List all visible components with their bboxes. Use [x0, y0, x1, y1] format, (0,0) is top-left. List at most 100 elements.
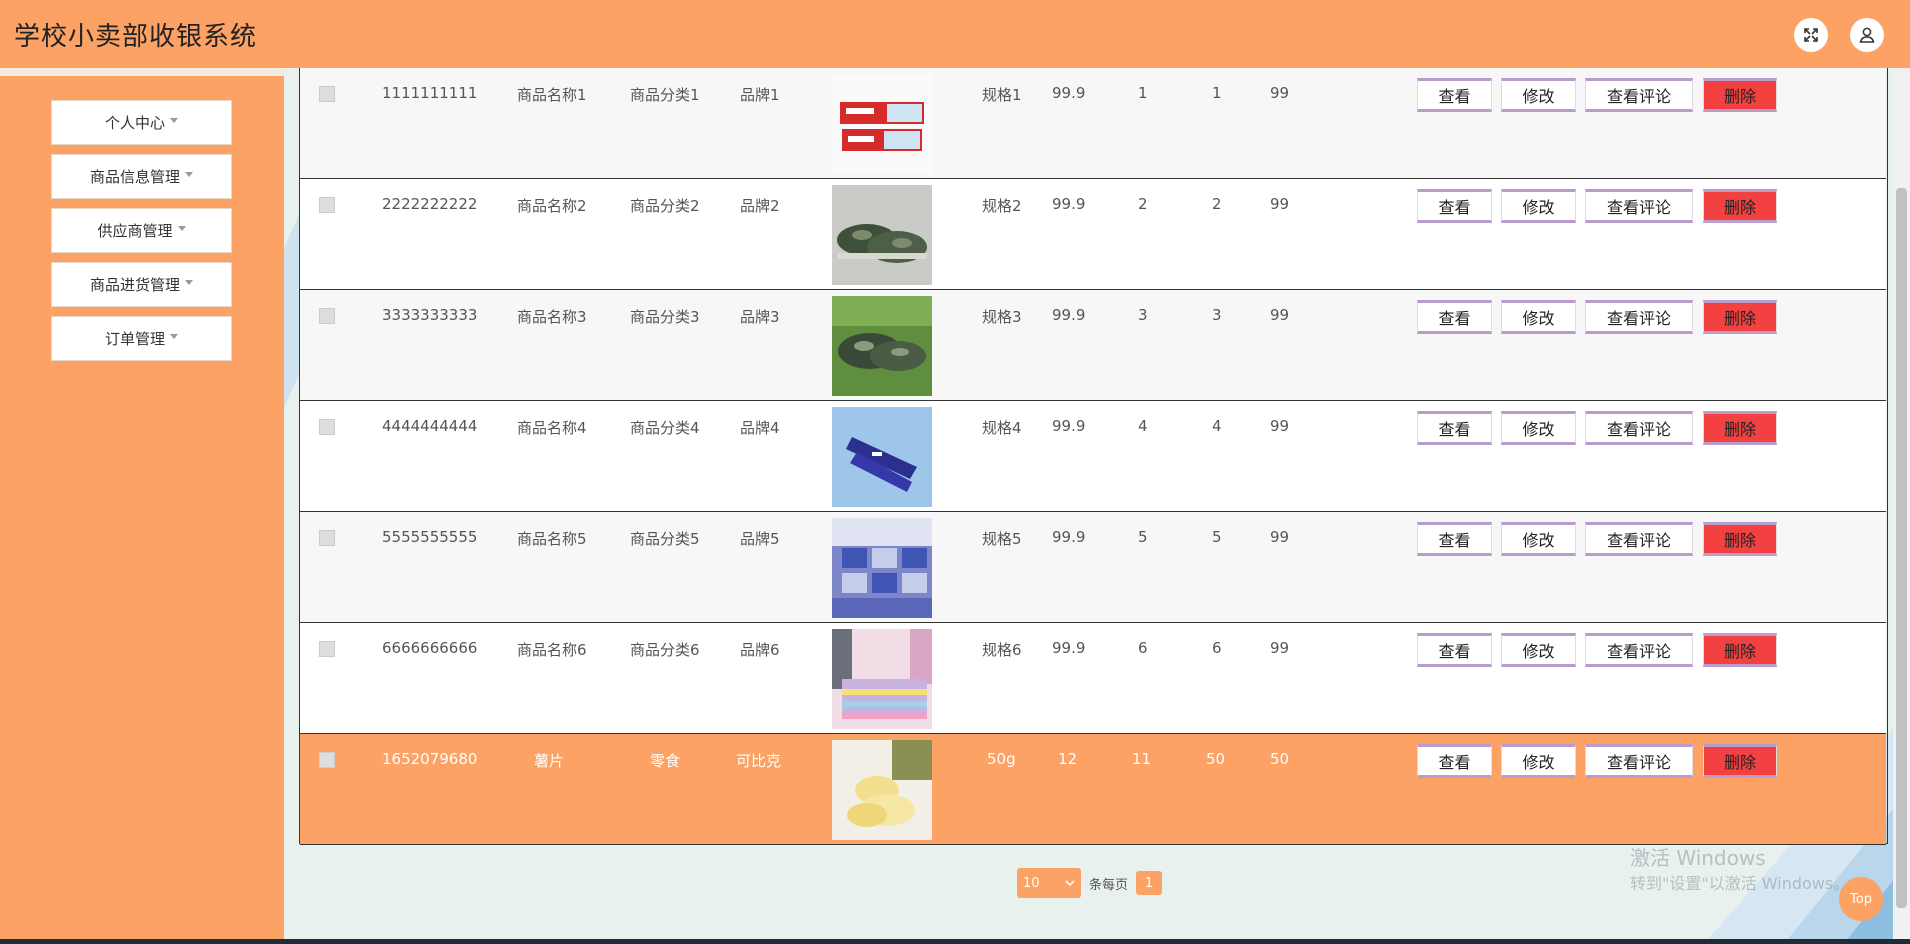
- cell-code: 3333333333: [382, 306, 478, 324]
- cell-category: 商品分类2: [630, 197, 700, 215]
- user-icon[interactable]: [1850, 18, 1884, 52]
- row-checkbox[interactable]: [319, 752, 335, 768]
- cell-spec: 规格5: [982, 530, 1022, 548]
- cell-code: 6666666666: [382, 639, 478, 657]
- cell-value: 2: [1212, 195, 1222, 213]
- cell-brand: 品牌1: [740, 86, 780, 104]
- caret-down-icon: [170, 334, 178, 339]
- view-comments-button[interactable]: 查看评论: [1585, 411, 1693, 445]
- cell-price: 99.9: [1052, 639, 1086, 657]
- sidebar-item-purchase[interactable]: 商品进货管理: [51, 262, 232, 307]
- cell-value: 99: [1270, 84, 1290, 102]
- row-checkbox[interactable]: [319, 308, 335, 324]
- row-checkbox[interactable]: [319, 530, 335, 546]
- delete-button[interactable]: 删除: [1703, 411, 1777, 445]
- cell-name: 商品名称2: [517, 197, 587, 215]
- delete-button[interactable]: 删除: [1703, 300, 1777, 334]
- view-button[interactable]: 查看: [1417, 78, 1492, 112]
- scrollbar[interactable]: [1893, 68, 1910, 944]
- cell-value: 1: [1212, 84, 1222, 102]
- sidebar-item-label: 订单管理: [104, 330, 165, 348]
- delete-button[interactable]: 删除: [1703, 633, 1777, 667]
- cell-value: 99: [1270, 528, 1290, 546]
- product-image-bedding[interactable]: [832, 629, 932, 729]
- cell-value: 50: [1206, 750, 1226, 768]
- sidebar-item-personal-center[interactable]: 个人中心: [51, 100, 232, 145]
- page-button-current[interactable]: 1: [1136, 871, 1163, 895]
- view-comments-button[interactable]: 查看评论: [1585, 744, 1693, 778]
- delete-button[interactable]: 删除: [1703, 189, 1777, 223]
- delete-button[interactable]: 删除: [1703, 522, 1777, 556]
- edit-button[interactable]: 修改: [1501, 78, 1576, 112]
- sidebar-item-product-info[interactable]: 商品信息管理: [51, 154, 232, 199]
- edit-button[interactable]: 修改: [1501, 300, 1576, 334]
- edit-button[interactable]: 修改: [1501, 633, 1576, 667]
- view-comments-button[interactable]: 查看评论: [1585, 522, 1693, 556]
- cell-price: 99.9: [1052, 306, 1086, 324]
- cell-name: 商品名称5: [517, 530, 587, 548]
- view-button[interactable]: 查看: [1417, 522, 1492, 556]
- view-comments-button[interactable]: 查看评论: [1585, 300, 1693, 334]
- product-image-bedding[interactable]: [832, 518, 932, 618]
- cell-category: 零食: [650, 752, 681, 770]
- product-image-toothpaste[interactable]: [832, 407, 932, 507]
- table-row: 1111111111 商品名称1 商品分类1 品牌1 规格1 99.9 1 1 …: [300, 68, 1886, 179]
- view-comments-button[interactable]: 查看评论: [1585, 189, 1693, 223]
- product-image-toothpaste[interactable]: [832, 74, 932, 174]
- row-checkbox[interactable]: [319, 641, 335, 657]
- view-comments-button[interactable]: 查看评论: [1585, 78, 1693, 112]
- cell-value: 99: [1270, 417, 1290, 435]
- row-checkbox[interactable]: [319, 419, 335, 435]
- view-comments-button[interactable]: 查看评论: [1585, 633, 1693, 667]
- view-button[interactable]: 查看: [1417, 633, 1492, 667]
- cell-value: 6: [1212, 639, 1222, 657]
- table-row-selected: 1652079680 薯片 零食 可比克 50g 12 11 50 50 查看 …: [300, 734, 1886, 845]
- edit-button[interactable]: 修改: [1501, 744, 1576, 778]
- cell-value: 50: [1270, 750, 1290, 768]
- cell-code: 4444444444: [382, 417, 478, 435]
- sidebar-item-label: 商品信息管理: [89, 168, 180, 186]
- table-row: 5555555555 商品名称5 商品分类5 品牌5 规格5 99.9 5 5 …: [300, 512, 1886, 623]
- cell-brand: 品牌4: [740, 419, 780, 437]
- sidebar-item-label: 个人中心: [104, 114, 165, 132]
- row-checkbox[interactable]: [319, 197, 335, 213]
- cell-value: 5: [1138, 528, 1148, 546]
- cell-value: 99: [1270, 639, 1290, 657]
- cell-value: 3: [1212, 306, 1222, 324]
- cell-name: 薯片: [534, 752, 565, 770]
- product-image-chips[interactable]: [832, 740, 932, 840]
- back-to-top-button[interactable]: Top: [1839, 877, 1883, 921]
- view-button[interactable]: 查看: [1417, 411, 1492, 445]
- fullscreen-icon[interactable]: [1794, 18, 1828, 52]
- edit-button[interactable]: 修改: [1501, 189, 1576, 223]
- sidebar-item-supplier[interactable]: 供应商管理: [51, 208, 232, 253]
- cell-brand: 品牌3: [740, 308, 780, 326]
- cell-value: 2: [1138, 195, 1148, 213]
- product-image-shoes[interactable]: [832, 185, 932, 285]
- app-header: 学校小卖部收银系统: [0, 0, 1910, 68]
- caret-down-icon: [185, 280, 193, 285]
- scrollbar-thumb[interactable]: [1896, 188, 1907, 908]
- edit-button[interactable]: 修改: [1501, 411, 1576, 445]
- table-row: 3333333333 商品名称3 商品分类3 品牌3 规格3 99.9 3 3 …: [300, 290, 1886, 401]
- view-button[interactable]: 查看: [1417, 744, 1492, 778]
- row-checkbox[interactable]: [319, 86, 335, 102]
- edit-button[interactable]: 修改: [1501, 522, 1576, 556]
- delete-button[interactable]: 删除: [1703, 744, 1777, 778]
- view-button[interactable]: 查看: [1417, 300, 1492, 334]
- sidebar-item-orders[interactable]: 订单管理: [51, 316, 232, 361]
- cell-price: 99.9: [1052, 528, 1086, 546]
- product-image-shoes[interactable]: [832, 296, 932, 396]
- delete-button[interactable]: 删除: [1703, 78, 1777, 112]
- sidebar-item-label: 供应商管理: [97, 222, 173, 240]
- page-size-select[interactable]: 10: [1017, 868, 1081, 898]
- cell-brand: 品牌6: [740, 641, 780, 659]
- cell-name: 商品名称4: [517, 419, 587, 437]
- cell-price: 99.9: [1052, 84, 1086, 102]
- cell-spec: 50g: [987, 750, 1016, 768]
- view-button[interactable]: 查看: [1417, 189, 1492, 223]
- cell-spec: 规格1: [982, 86, 1022, 104]
- cell-name: 商品名称3: [517, 308, 587, 326]
- caret-down-icon: [170, 118, 178, 123]
- cell-brand: 可比克: [736, 752, 782, 770]
